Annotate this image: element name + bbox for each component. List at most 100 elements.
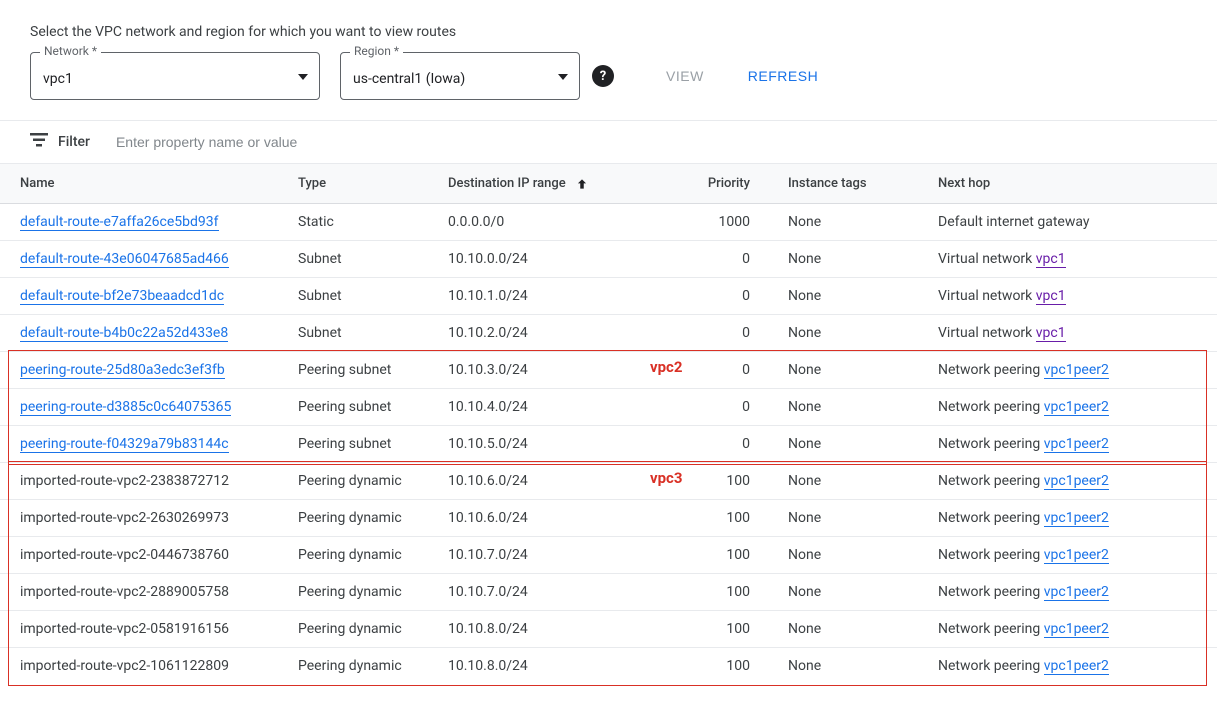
route-tags: None <box>780 352 930 389</box>
route-next-hop: Network peering vpc1peer2 <box>930 574 1217 611</box>
next-hop-link[interactable]: vpc1 <box>1036 288 1066 305</box>
next-hop-link[interactable]: vpc1peer2 <box>1044 584 1109 601</box>
chevron-down-icon <box>558 68 568 84</box>
table-row: peering-route-25d80a3edc3ef3fb Peering su… <box>0 352 1217 389</box>
next-hop-link[interactable]: vpc1peer2 <box>1044 547 1109 564</box>
route-dest: 10.10.0.0/24 <box>440 241 660 278</box>
instruction-text: Select the VPC network and region for wh… <box>0 10 1217 52</box>
route-tags: None <box>780 315 930 352</box>
route-type: Peering dynamic <box>290 574 440 611</box>
route-name-link[interactable]: default-route-e7affa26ce5bd93f <box>20 214 219 231</box>
filter-input[interactable] <box>116 134 1187 150</box>
col-type[interactable]: Type <box>290 164 440 204</box>
network-select[interactable]: Network * vpc1 <box>30 52 320 100</box>
route-name-text: imported-route-vpc2-2630269973 <box>0 500 290 537</box>
route-dest: 10.10.6.0/24 <box>440 500 660 537</box>
route-name-text: imported-route-vpc2-2889005758 <box>0 574 290 611</box>
route-priority: 100 <box>660 463 780 500</box>
route-priority: 100 <box>660 574 780 611</box>
route-tags: None <box>780 241 930 278</box>
route-priority: 0 <box>660 352 780 389</box>
route-tags: None <box>780 204 930 241</box>
route-type: Peering dynamic <box>290 463 440 500</box>
col-tags[interactable]: Instance tags <box>780 164 930 204</box>
col-next[interactable]: Next hop <box>930 164 1217 204</box>
route-type: Peering dynamic <box>290 648 440 685</box>
route-name-link[interactable]: default-route-b4b0c22a52d433e8 <box>20 325 228 342</box>
route-type: Peering subnet <box>290 352 440 389</box>
col-priority[interactable]: Priority <box>660 164 780 204</box>
selectors-row: Network * vpc1 Region * us-central1 (Iow… <box>0 52 1217 120</box>
route-next-hop: Default internet gateway <box>930 204 1217 241</box>
table-row: imported-route-vpc2-1061122809Peering dy… <box>0 648 1217 685</box>
route-priority: 100 <box>660 611 780 648</box>
route-tags: None <box>780 648 930 685</box>
route-dest: 10.10.3.0/24 <box>440 352 660 389</box>
route-dest: 0.0.0.0/0 <box>440 204 660 241</box>
route-priority: 0 <box>660 278 780 315</box>
help-icon[interactable]: ? <box>592 65 614 87</box>
route-type: Peering subnet <box>290 426 440 463</box>
next-hop-link[interactable]: vpc1peer2 <box>1044 658 1109 675</box>
filter-label: Filter <box>58 134 90 150</box>
route-name-link[interactable]: default-route-bf2e73beaadcd1dc <box>20 288 224 305</box>
next-hop-link[interactable]: vpc1peer2 <box>1044 436 1109 453</box>
refresh-button[interactable]: REFRESH <box>736 60 830 92</box>
table-row: peering-route-d3885c0c64075365 Peering su… <box>0 389 1217 426</box>
route-tags: None <box>780 426 930 463</box>
route-next-hop: Virtual network vpc1 <box>930 315 1217 352</box>
col-dest[interactable]: Destination IP range <box>440 164 660 204</box>
route-name-link[interactable]: peering-route-f04329a79b83144c <box>20 436 229 453</box>
route-priority: 100 <box>660 648 780 685</box>
route-priority: 1000 <box>660 204 780 241</box>
route-priority: 100 <box>660 500 780 537</box>
route-next-hop: Network peering vpc1peer2 <box>930 463 1217 500</box>
filter-bar: Filter <box>0 120 1217 164</box>
network-label: Network * <box>40 44 101 58</box>
region-label: Region * <box>350 44 403 58</box>
route-type: Subnet <box>290 315 440 352</box>
chevron-down-icon <box>298 68 308 84</box>
next-hop-link[interactable]: vpc1peer2 <box>1044 362 1109 379</box>
routes-table: Name Type Destination IP range Priority … <box>0 164 1217 684</box>
route-tags: None <box>780 463 930 500</box>
route-name-link[interactable]: peering-route-d3885c0c64075365 <box>20 399 231 416</box>
route-priority: 0 <box>660 315 780 352</box>
route-tags: None <box>780 611 930 648</box>
view-button[interactable]: VIEW <box>654 60 716 92</box>
route-type: Static <box>290 204 440 241</box>
header-row: Name Type Destination IP range Priority … <box>0 164 1217 204</box>
next-hop-link[interactable]: vpc1peer2 <box>1044 510 1109 527</box>
col-name[interactable]: Name <box>0 164 290 204</box>
table-row: imported-route-vpc2-0446738760Peering dy… <box>0 537 1217 574</box>
route-name-link[interactable]: peering-route-25d80a3edc3ef3fb <box>20 362 225 379</box>
route-tags: None <box>780 537 930 574</box>
route-next-hop: Network peering vpc1peer2 <box>930 389 1217 426</box>
next-hop-link[interactable]: vpc1peer2 <box>1044 621 1109 638</box>
table-row: default-route-b4b0c22a52d433e8Subnet10.1… <box>0 315 1217 352</box>
next-hop-link[interactable]: vpc1 <box>1036 251 1066 268</box>
route-next-hop: Network peering vpc1peer2 <box>930 648 1217 685</box>
table-row: imported-route-vpc2-2889005758Peering dy… <box>0 574 1217 611</box>
region-value: us-central1 (Iowa) <box>353 71 465 87</box>
route-type: Peering dynamic <box>290 537 440 574</box>
route-name-link[interactable]: default-route-43e06047685ad466 <box>20 251 229 268</box>
route-dest: 10.10.8.0/24 <box>440 611 660 648</box>
next-hop-link[interactable]: vpc1peer2 <box>1044 399 1109 416</box>
next-hop-link[interactable]: vpc1 <box>1036 325 1066 342</box>
route-type: Peering subnet <box>290 389 440 426</box>
route-dest: 10.10.6.0/24 <box>440 463 660 500</box>
region-select[interactable]: Region * us-central1 (Iowa) <box>340 52 580 100</box>
arrow-up-icon <box>575 177 589 191</box>
table-row: default-route-e7affa26ce5bd93f Static0.0.… <box>0 204 1217 241</box>
route-name-text: imported-route-vpc2-0581916156 <box>0 611 290 648</box>
route-next-hop: Network peering vpc1peer2 <box>930 611 1217 648</box>
route-name-text: imported-route-vpc2-0446738760 <box>0 537 290 574</box>
route-priority: 0 <box>660 389 780 426</box>
route-name-text: imported-route-vpc2-1061122809 <box>0 648 290 685</box>
route-tags: None <box>780 278 930 315</box>
table-row: default-route-43e06047685ad466Subnet10.1… <box>0 241 1217 278</box>
next-hop-link[interactable]: vpc1peer2 <box>1044 473 1109 490</box>
route-dest: 10.10.8.0/24 <box>440 648 660 685</box>
route-next-hop: Network peering vpc1peer2 <box>930 537 1217 574</box>
